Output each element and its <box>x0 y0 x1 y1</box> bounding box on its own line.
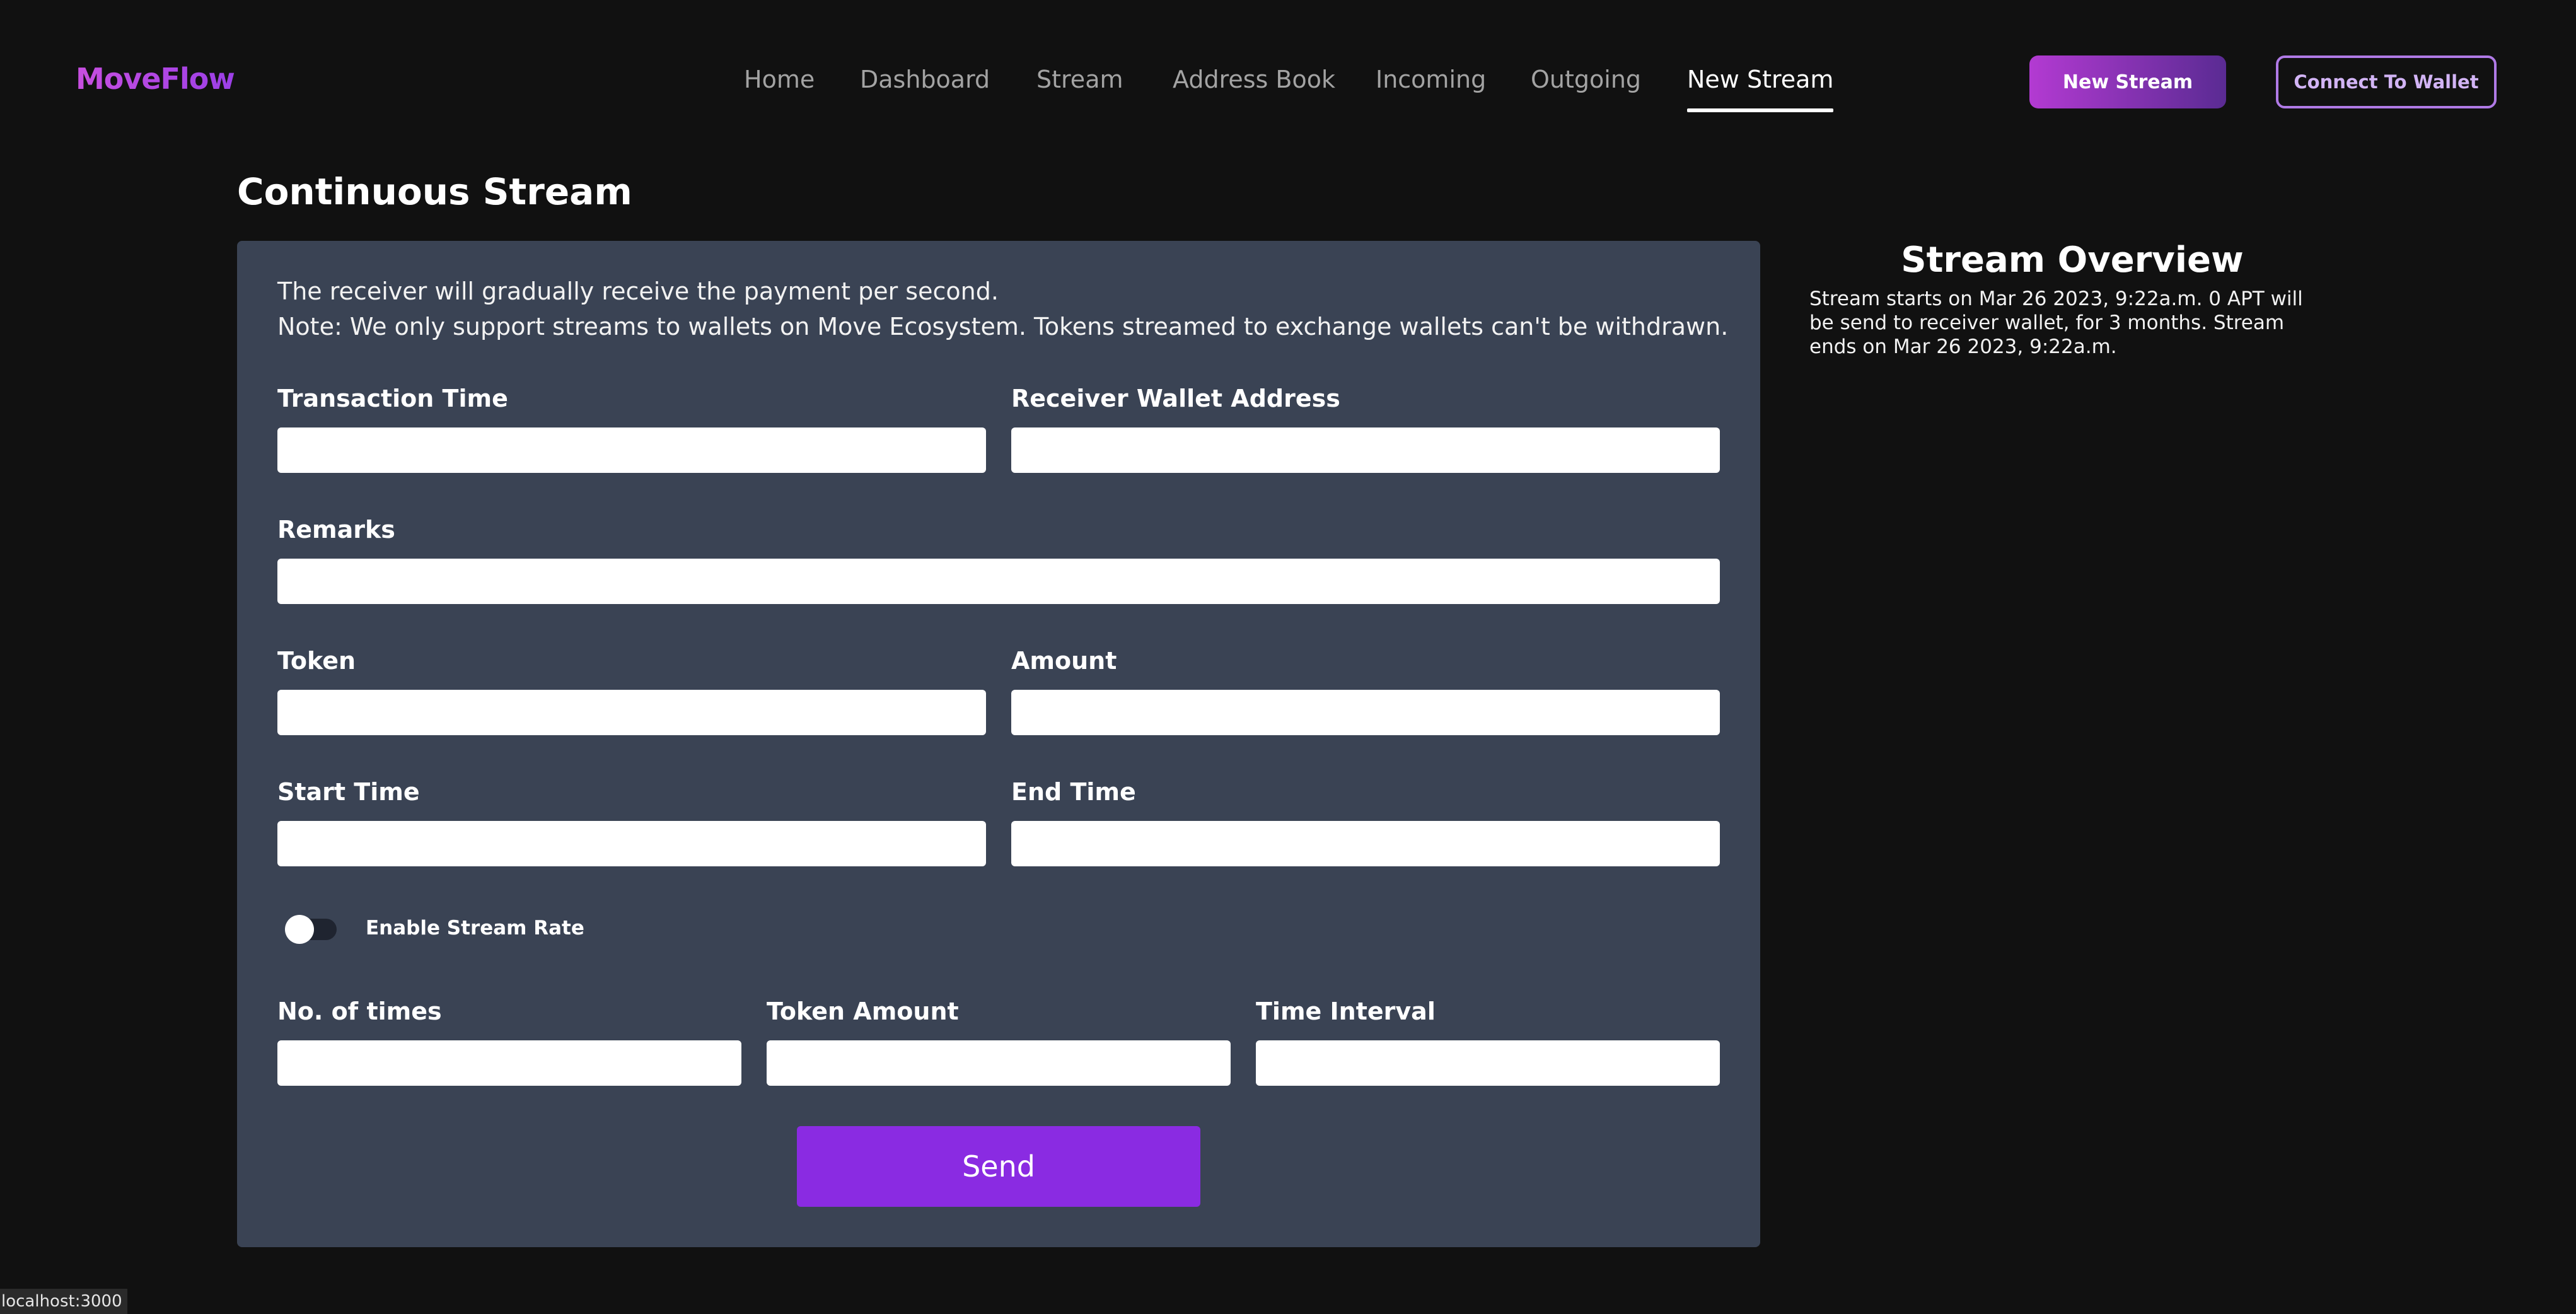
stream-overview-text: Stream starts on Mar 26 2023, 9:22a.m. 0… <box>1809 288 2303 358</box>
intro-note: Note: We only support streams to wallets… <box>277 313 1729 340</box>
receiver-wallet-address-label: Receiver Wallet Address <box>1011 385 1340 412</box>
remarks-label: Remarks <box>277 516 395 544</box>
token-label: Token <box>277 647 356 675</box>
nav-item-outgoing[interactable]: Outgoing <box>1531 66 1641 93</box>
status-bar-url: localhost:3000 <box>0 1289 127 1314</box>
amount-label: Amount <box>1011 647 1117 675</box>
token-input[interactable] <box>277 690 986 735</box>
stream-form-card: The receiver will gradually receive the … <box>237 241 1760 1247</box>
nav-item-new-stream[interactable]: New Stream <box>1687 66 1834 112</box>
receiver-wallet-address-input[interactable] <box>1011 427 1720 473</box>
app-logo[interactable]: MoveFlow <box>76 62 235 96</box>
start-time-label: Start Time <box>277 778 420 806</box>
nav-item-home[interactable]: Home <box>744 66 815 93</box>
end-time-input[interactable] <box>1011 821 1720 866</box>
no-of-times-input[interactable] <box>277 1040 741 1086</box>
time-interval-label: Time Interval <box>1256 997 1436 1025</box>
nav-item-address-book[interactable]: Address Book <box>1173 66 1335 93</box>
page-title: Continuous Stream <box>237 170 632 213</box>
stream-rate-toggle[interactable] <box>285 915 337 944</box>
time-interval-input[interactable] <box>1256 1040 1720 1086</box>
send-button[interactable]: Send <box>797 1126 1200 1207</box>
stream-overview-title: Stream Overview <box>1901 240 2244 281</box>
token-amount-input[interactable] <box>767 1040 1231 1086</box>
new-stream-button[interactable]: New Stream <box>2029 55 2226 108</box>
nav-item-incoming[interactable]: Incoming <box>1376 66 1486 93</box>
start-time-input[interactable] <box>277 821 986 866</box>
amount-input[interactable] <box>1011 690 1720 735</box>
transaction-time-input[interactable] <box>277 427 986 473</box>
connect-wallet-button[interactable]: Connect To Wallet <box>2276 55 2497 108</box>
remarks-input[interactable] <box>277 559 1720 604</box>
intro-text: The receiver will gradually receive the … <box>277 277 999 305</box>
form-intro: The receiver will gradually receive the … <box>277 274 1728 344</box>
nav-item-stream[interactable]: Stream <box>1036 66 1123 93</box>
nav-item-dashboard[interactable]: Dashboard <box>860 66 990 93</box>
transaction-time-label: Transaction Time <box>277 385 508 412</box>
no-of-times-label: No. of times <box>277 997 442 1025</box>
token-amount-label: Token Amount <box>767 997 959 1025</box>
toggle-knob <box>285 915 314 944</box>
stream-rate-toggle-label: Enable Stream Rate <box>366 917 584 939</box>
end-time-label: End Time <box>1011 778 1136 806</box>
